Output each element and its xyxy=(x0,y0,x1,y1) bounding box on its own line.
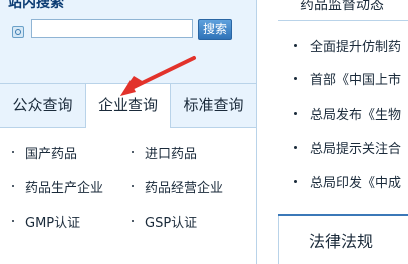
bullet-dot xyxy=(294,112,297,115)
link-imported-drugs[interactable]: 进口药品 xyxy=(145,143,197,162)
bullet-dot xyxy=(132,151,134,153)
law-section-title[interactable]: 法律法规 xyxy=(309,228,373,252)
search-icon xyxy=(12,26,24,38)
left-panel: 站内搜索 搜索 公众查询 企业查询 标准查询 国产药品 进口药品 药品生产企业 … xyxy=(0,0,257,264)
bullet-dot xyxy=(294,146,297,149)
bullet-dot xyxy=(294,180,297,183)
query-links: 国产药品 进口药品 药品生产企业 药品经营企业 GMP认证 GSP认证 xyxy=(0,128,256,264)
news-item[interactable]: 总局发布《生物 xyxy=(310,104,401,123)
news-item[interactable]: 总局印发《中成 xyxy=(310,172,401,191)
link-drug-distributors[interactable]: 药品经营企业 xyxy=(145,177,223,196)
link-gmp-certification[interactable]: GMP认证 xyxy=(25,212,80,231)
bullet-dot xyxy=(12,220,14,222)
right-panel: 药品监督动态 全面提升仿制药 首部《中国上市 总局发布《生物 总局提示关注合 总… xyxy=(278,0,408,264)
news-item[interactable]: 首部《中国上市 xyxy=(310,69,401,88)
news-header: 药品监督动态 xyxy=(278,0,408,21)
bullet-dot xyxy=(294,77,297,80)
link-drug-manufacturers[interactable]: 药品生产企业 xyxy=(25,177,103,196)
search-input[interactable] xyxy=(31,19,193,38)
link-gsp-certification[interactable]: GSP认证 xyxy=(145,212,197,231)
tab-public-query[interactable]: 公众查询 xyxy=(0,84,85,127)
news-item[interactable]: 总局提示关注合 xyxy=(310,138,401,157)
red-arrow-annotation xyxy=(120,56,196,96)
bullet-dot xyxy=(12,185,14,187)
bullet-dot xyxy=(132,185,134,187)
search-heading: 站内搜索 xyxy=(8,0,64,11)
news-item[interactable]: 全面提升仿制药 xyxy=(310,36,401,55)
bullet-dot xyxy=(132,220,134,222)
link-domestic-drugs[interactable]: 国产药品 xyxy=(25,143,77,162)
search-button[interactable]: 搜索 xyxy=(198,19,232,40)
news-heading: 药品监督动态 xyxy=(300,0,384,13)
bullet-dot xyxy=(12,151,14,153)
bullet-dot xyxy=(294,44,297,47)
